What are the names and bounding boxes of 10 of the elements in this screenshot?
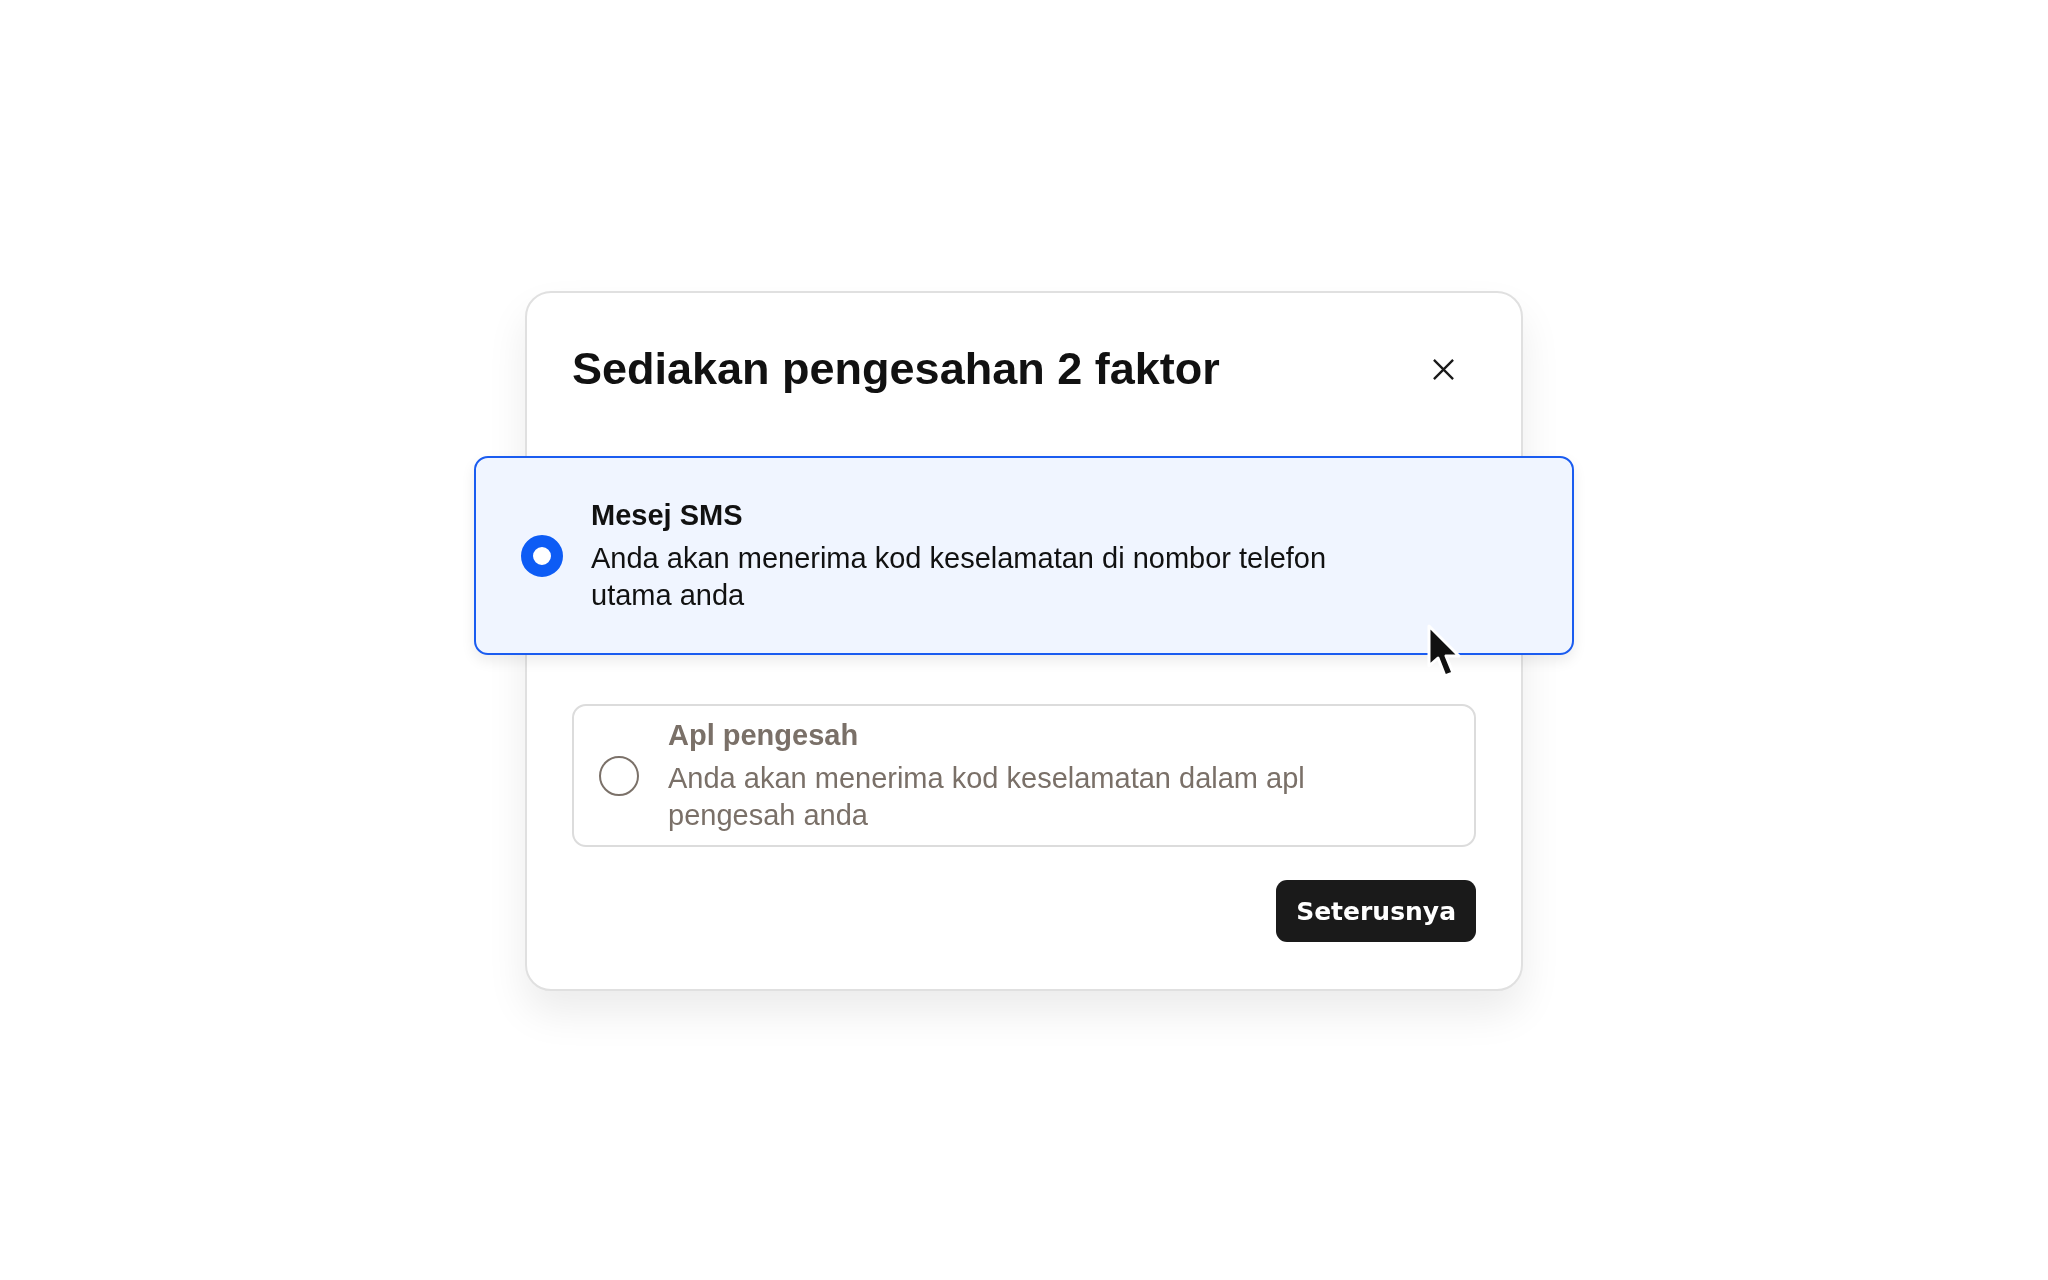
- option-description: Anda akan menerima kod keselamatan di nombor telefon utama anda: [591, 541, 1328, 613]
- next-button[interactable]: Seterusnya: [1276, 880, 1476, 942]
- option-card[interactable]: Apl pengesah Anda akan menerima kod keselamatan dalam apl pengesah anda: [572, 704, 1476, 847]
- radio-button[interactable]: [521, 534, 563, 577]
- close-icon: [1432, 357, 1455, 381]
- dialog-title: Sediakan pengesahan 2 faktor: [572, 342, 1220, 396]
- radio-button[interactable]: [599, 755, 639, 796]
- option-description: Anda akan menerima kod keselamatan dalam apl pengesah anda: [668, 761, 1306, 833]
- option-title: Mesej SMS: [591, 498, 744, 533]
- option-title: Apl pengesah: [668, 718, 860, 753]
